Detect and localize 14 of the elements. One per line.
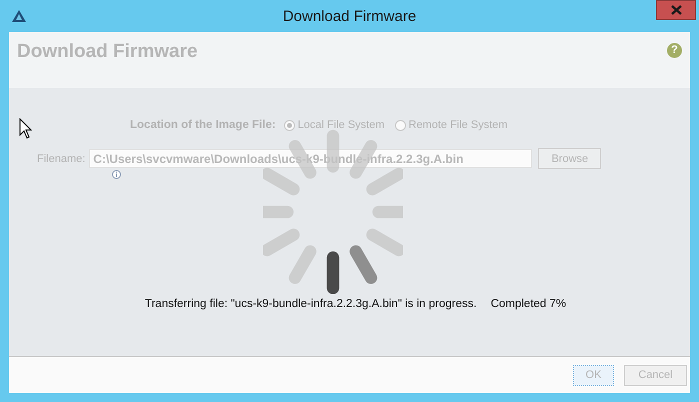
- dialog-heading: Download Firmware: [17, 41, 198, 63]
- help-icon[interactable]: ?: [667, 43, 682, 58]
- progress-text: Completed 7%: [490, 298, 566, 310]
- close-button[interactable]: [656, 0, 696, 20]
- info-icon: [112, 170, 121, 179]
- close-icon: [670, 5, 682, 15]
- status-message: Transferring file: "ucs-k9-bundle-infra.2.2.3g.A.bin" is in progress.: [144, 298, 477, 310]
- app-logo-icon: [12, 10, 26, 22]
- field-label: Filename:: [37, 152, 86, 164]
- radio-label: Local File System: [298, 119, 384, 131]
- field-label: Location of the Image File:: [130, 119, 276, 131]
- radio-label: Remote File System: [408, 119, 508, 131]
- mouse-pointer-icon: [19, 118, 33, 140]
- window-title: Download Firmware: [282, 8, 416, 25]
